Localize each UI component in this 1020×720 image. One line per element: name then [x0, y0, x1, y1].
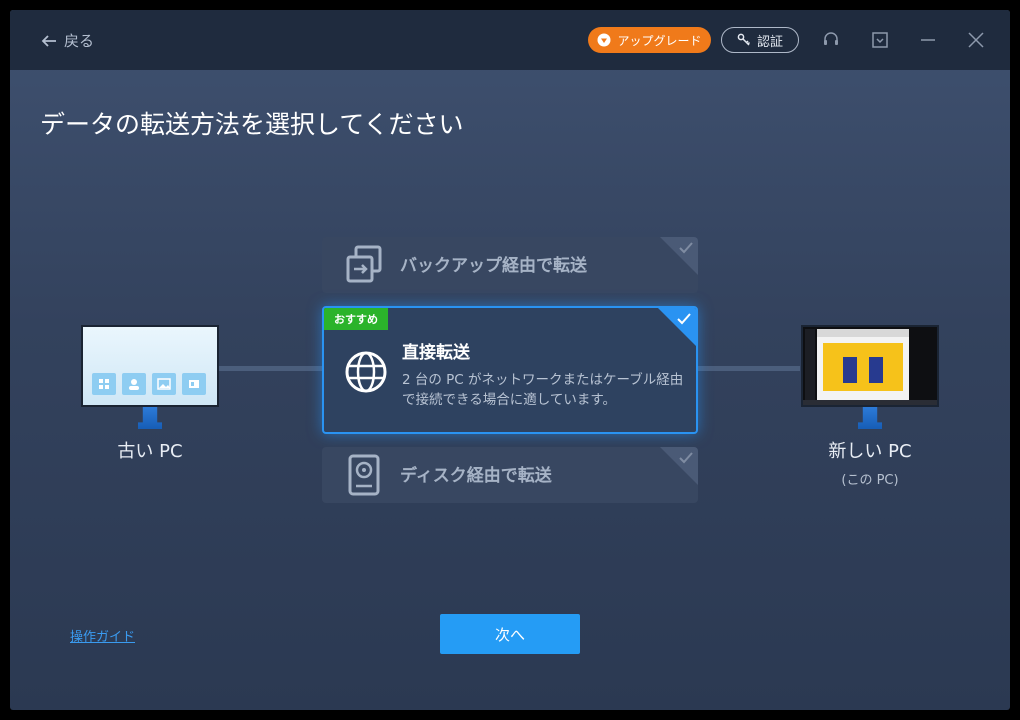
key-icon	[737, 33, 751, 46]
check-icon	[679, 452, 693, 464]
web-banner	[823, 343, 903, 391]
new-pc-monitor	[801, 325, 939, 407]
back-label: 戻る	[64, 32, 95, 50]
old-pc-monitor	[81, 325, 219, 407]
title-bar: 戻る アップグレード 認証	[10, 10, 1010, 70]
desktop-icons	[805, 329, 815, 403]
product-box	[843, 357, 857, 383]
connector-right	[696, 366, 800, 371]
old-pc: 古い PC	[80, 325, 220, 463]
connector-left	[218, 366, 324, 371]
minimize-icon[interactable]	[918, 30, 938, 50]
new-pc-stand	[858, 407, 882, 429]
office-icon	[182, 373, 206, 395]
image-icon	[152, 373, 176, 395]
option-direct[interactable]: おすすめ 直接転送 2 台の PC がネットワークまたはケーブル経由で接続できる…	[322, 306, 698, 434]
option-disk[interactable]: ディスク経由で転送	[322, 447, 698, 503]
upgrade-label: アップグレード	[617, 33, 702, 48]
guide-link[interactable]: 操作ガイド	[70, 626, 135, 645]
auth-button[interactable]: 認証	[721, 27, 799, 53]
browser-window	[817, 329, 909, 403]
new-pc-label: 新しい PC	[828, 441, 912, 462]
app-window: 戻る アップグレード 認証 データの転送方法を選択してください 古い PC 新し…	[10, 10, 1010, 710]
new-pc: 新しい PC (この PC)	[800, 325, 940, 488]
support-icon[interactable]	[821, 30, 841, 50]
backup-transfer-icon	[346, 245, 382, 283]
auth-label: 認証	[756, 34, 783, 50]
product-box	[869, 357, 883, 383]
check-icon	[679, 242, 693, 254]
close-icon[interactable]	[966, 30, 986, 50]
option-disk-title: ディスク経由で転送	[400, 466, 552, 486]
diamond-icon	[597, 33, 611, 47]
page-title: データの転送方法を選択してください	[40, 110, 464, 139]
option-direct-description: 2 台の PC がネットワークまたはケーブル経由で接続できる場合に適しています。	[402, 372, 684, 408]
old-pc-label: 古い PC	[117, 441, 183, 462]
arrow-left-icon	[41, 34, 56, 47]
check-icon	[677, 313, 691, 325]
old-pc-stand	[138, 407, 162, 429]
apps-icon	[92, 373, 116, 395]
new-pc-sublabel: (この PC)	[841, 473, 899, 488]
user-icon	[122, 373, 146, 395]
recommend-badge: おすすめ	[324, 308, 388, 330]
option-backup-title: バックアップ経由で転送	[400, 256, 587, 276]
upgrade-button[interactable]: アップグレード	[588, 27, 711, 53]
app-tiles	[92, 373, 206, 395]
disk-icon	[348, 454, 380, 496]
next-button[interactable]: 次へ	[440, 614, 580, 654]
globe-icon	[345, 351, 387, 393]
back-button[interactable]: 戻る	[40, 30, 94, 51]
option-backup[interactable]: バックアップ経由で転送	[322, 237, 698, 293]
browser-bar	[817, 329, 909, 337]
menu-icon[interactable]	[870, 30, 890, 50]
taskbar	[803, 400, 937, 405]
option-direct-title: 直接転送	[402, 343, 470, 363]
